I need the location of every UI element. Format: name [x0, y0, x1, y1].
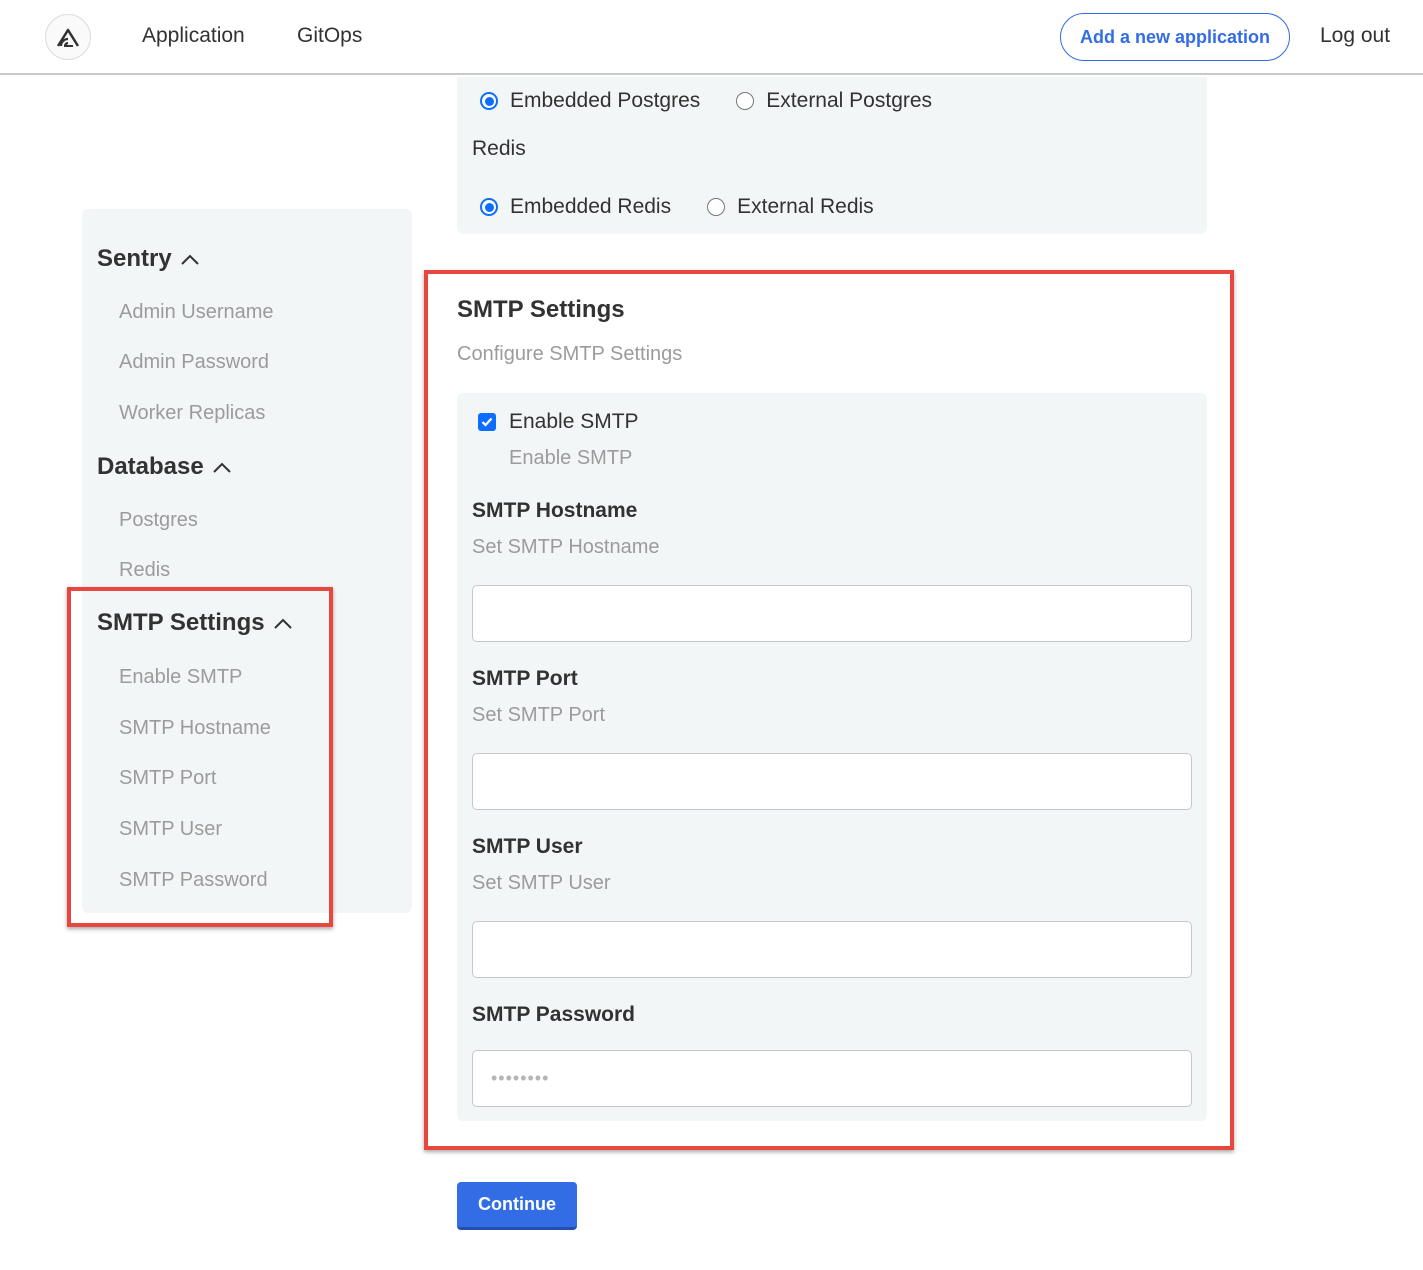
redis-section-label: Redis [472, 137, 526, 160]
checkmark-icon [481, 417, 493, 427]
enable-smtp-help: Enable SMTP [509, 447, 633, 469]
nav-gitops[interactable]: GitOps [297, 24, 362, 48]
sidebar-group-label: Database [97, 453, 204, 480]
radio-checked-icon[interactable] [480, 198, 498, 216]
smtp-section-description: Configure SMTP Settings [457, 343, 683, 365]
sidebar-item-redis[interactable]: Redis [119, 559, 170, 582]
sidebar-item-postgres[interactable]: Postgres [119, 509, 198, 532]
config-sidebar: Sentry Admin Username Admin Password Wor… [82, 209, 412, 913]
smtp-password-label: SMTP Password [472, 1003, 635, 1026]
radio-label: External Postgres [766, 89, 933, 112]
continue-button[interactable]: Continue [457, 1182, 577, 1230]
sidebar-group-sentry[interactable]: Sentry [97, 245, 200, 273]
sidebar-group-smtp-settings[interactable]: SMTP Settings [97, 609, 293, 637]
smtp-section-title: SMTP Settings [457, 296, 625, 323]
chevron-up-icon [180, 254, 199, 265]
radio-checked-icon[interactable] [480, 92, 498, 110]
top-nav-bar: Application GitOps Add a new application… [0, 0, 1423, 75]
smtp-hostname-input[interactable] [472, 585, 1192, 642]
sidebar-item-smtp-hostname[interactable]: SMTP Hostname [119, 717, 271, 740]
smtp-password-input[interactable] [472, 1050, 1192, 1107]
sidebar-item-admin-password[interactable]: Admin Password [119, 351, 269, 374]
enable-smtp-label[interactable]: Enable SMTP [509, 410, 639, 434]
sidebar-item-smtp-port[interactable]: SMTP Port [119, 767, 216, 790]
radio-external-postgres[interactable]: External Postgres [736, 89, 932, 113]
radio-unchecked-icon[interactable] [736, 92, 755, 110]
add-new-application-button[interactable]: Add a new application [1060, 13, 1290, 61]
smtp-user-help: Set SMTP User [472, 872, 611, 894]
chevron-up-icon [273, 618, 292, 629]
sidebar-item-enable-smtp[interactable]: Enable SMTP [119, 666, 242, 689]
sidebar-group-database[interactable]: Database [97, 453, 232, 481]
smtp-settings-panel: Enable SMTP Enable SMTP SMTP Hostname Se… [457, 393, 1207, 1121]
smtp-user-input[interactable] [472, 921, 1192, 978]
smtp-hostname-help: Set SMTP Hostname [472, 536, 660, 558]
radio-label: External Redis [737, 195, 874, 218]
sentry-logo-icon[interactable] [45, 14, 91, 60]
radio-embedded-redis[interactable]: Embedded Redis [480, 195, 671, 219]
sidebar-group-label: Sentry [97, 245, 172, 272]
sidebar-group-label: SMTP Settings [97, 609, 265, 636]
smtp-port-input[interactable] [472, 753, 1192, 810]
sidebar-item-smtp-password[interactable]: SMTP Password [119, 869, 268, 892]
chevron-up-icon [213, 462, 231, 473]
radio-embedded-postgres[interactable]: Embedded Postgres [480, 89, 700, 113]
smtp-hostname-label: SMTP Hostname [472, 499, 638, 522]
postgres-radio-group: Embedded Postgres External Postgres [480, 89, 968, 113]
smtp-port-label: SMTP Port [472, 667, 578, 690]
sidebar-item-smtp-user[interactable]: SMTP User [119, 818, 222, 841]
radio-external-redis[interactable]: External Redis [707, 195, 874, 219]
sidebar-item-admin-username[interactable]: Admin Username [119, 301, 274, 324]
database-config-panel: Embedded Postgres External Postgres Redi… [457, 77, 1207, 234]
nav-application[interactable]: Application [142, 24, 245, 48]
log-out-link[interactable]: Log out [1320, 24, 1390, 48]
radio-unchecked-icon[interactable] [707, 198, 726, 216]
radio-label: Embedded Redis [510, 195, 672, 218]
smtp-user-label: SMTP User [472, 835, 583, 858]
smtp-port-help: Set SMTP Port [472, 704, 606, 726]
enable-smtp-checkbox[interactable] [478, 413, 496, 431]
sidebar-item-worker-replicas[interactable]: Worker Replicas [119, 402, 265, 425]
radio-label: Embedded Postgres [510, 89, 701, 112]
redis-radio-group: Embedded Redis External Redis [480, 195, 910, 219]
